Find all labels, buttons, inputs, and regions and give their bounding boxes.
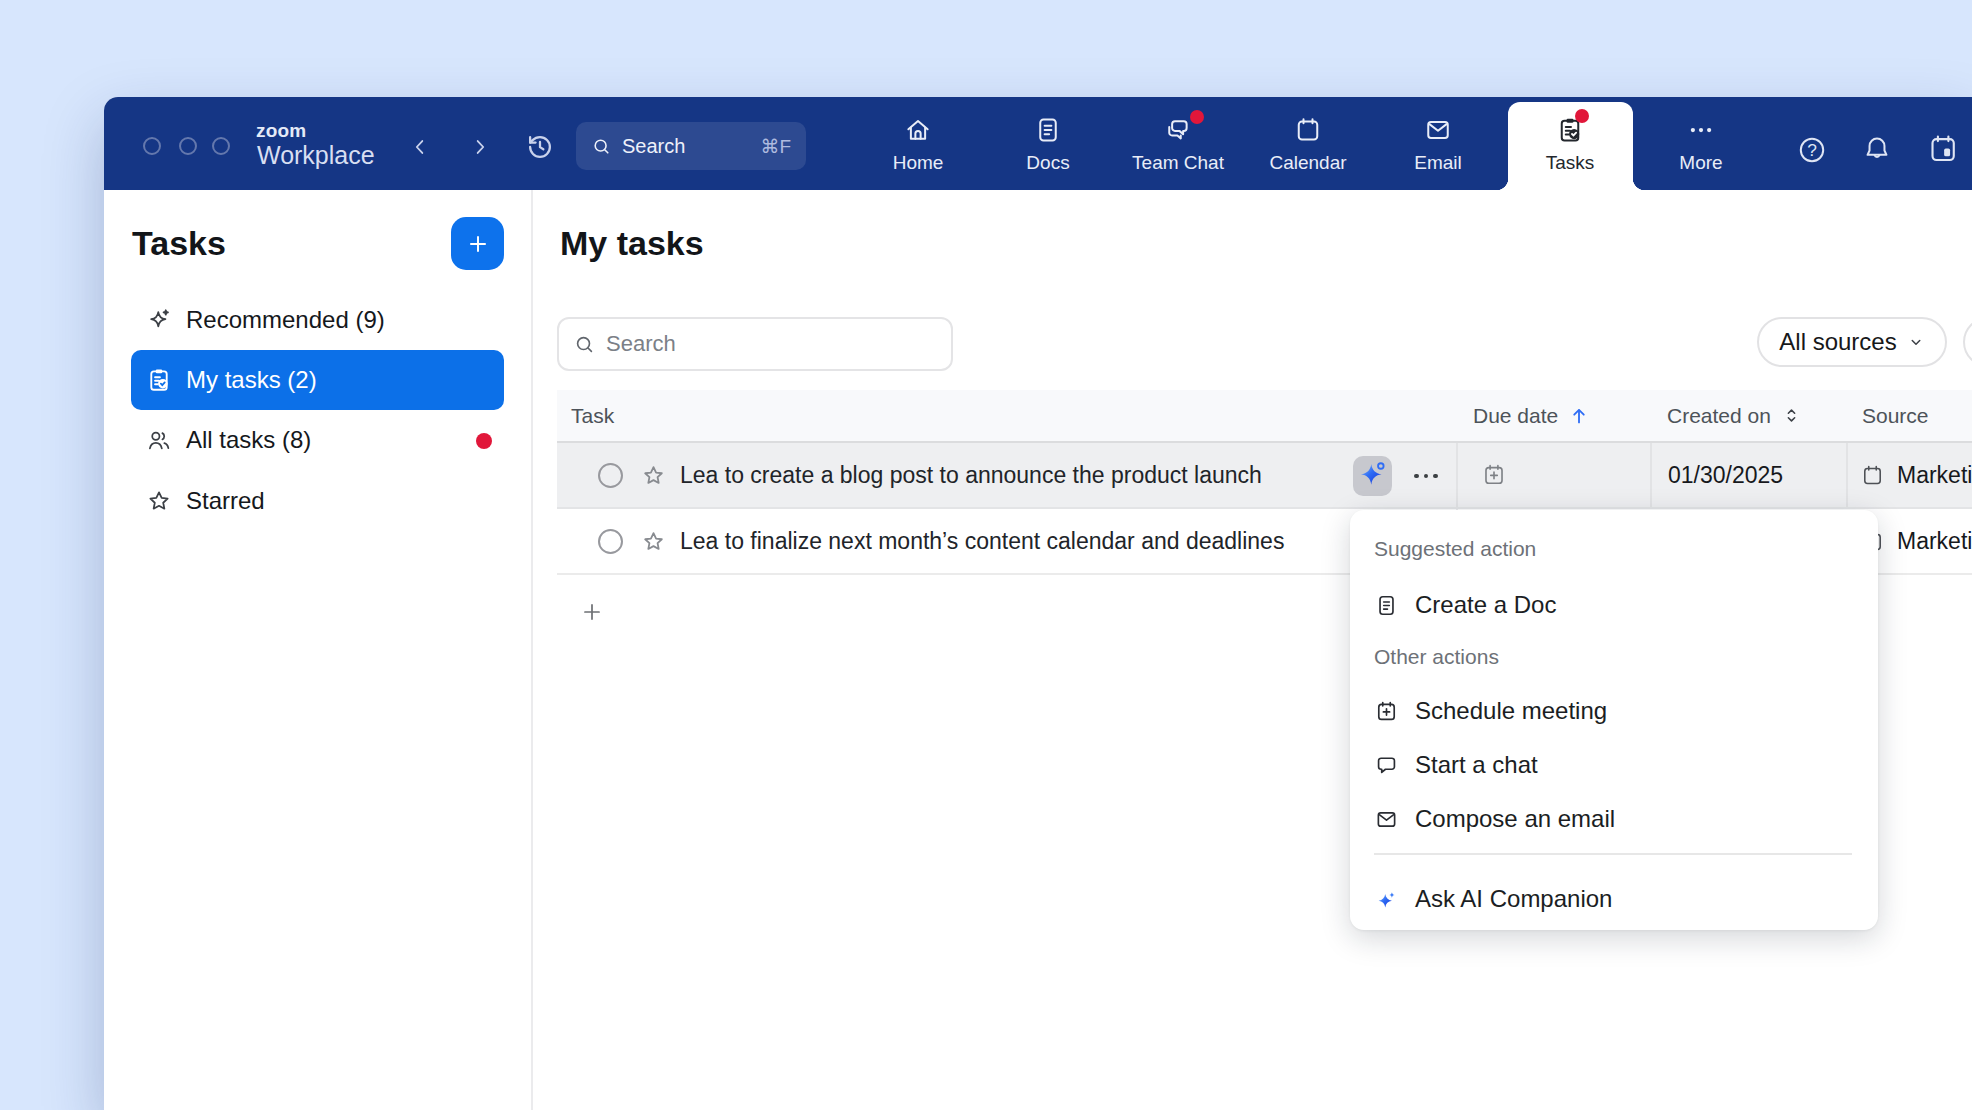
tab-more[interactable]: More (1646, 97, 1756, 190)
tab-calendar[interactable]: Calendar (1253, 97, 1363, 190)
tab-docs[interactable]: Docs (993, 97, 1103, 190)
task-checkbox[interactable] (598, 463, 623, 488)
menu-item-ask-ai-companion[interactable]: Ask AI Companion (1350, 877, 1878, 921)
plus-icon (465, 231, 491, 257)
back-button[interactable] (409, 136, 431, 158)
star-button[interactable] (640, 528, 667, 555)
sort-icon (1781, 405, 1802, 426)
sidebar-item-label: My tasks (2) (186, 366, 317, 394)
all-tasks-badge (476, 433, 492, 449)
menu-section-suggested: Suggested action (1374, 537, 1536, 561)
ai-sparkle-icon (1354, 458, 1391, 495)
global-search-placeholder: Search (622, 135, 685, 158)
tab-email[interactable]: Email (1383, 97, 1493, 190)
task-checkbox[interactable] (598, 529, 623, 554)
desktop: zoom Workplace Search ⌘F Home (0, 0, 1972, 1110)
sidebar-item-my-tasks[interactable]: My tasks (2) (131, 350, 504, 410)
column-header-created-on[interactable]: Created on (1652, 404, 1848, 428)
add-due-date-icon[interactable] (1481, 462, 1507, 488)
tab-tasks[interactable]: Tasks (1515, 97, 1625, 190)
star-icon (145, 487, 173, 515)
table-header: Task Due date Created on Source (557, 390, 1972, 443)
sidebar-item-label: Recommended (9) (186, 306, 385, 334)
team-chat-badge (1190, 110, 1204, 124)
search-icon (573, 333, 596, 356)
sidebar-item-all-tasks[interactable]: All tasks (8) (131, 416, 504, 464)
menu-section-other: Other actions (1374, 645, 1499, 669)
task-search-placeholder: Search (606, 331, 676, 357)
sort-ascending-icon (1568, 405, 1590, 427)
menu-item-start-chat[interactable]: Start a chat (1350, 743, 1878, 787)
app-window: zoom Workplace Search ⌘F Home (104, 97, 1972, 1110)
more-icon (1686, 115, 1716, 145)
menu-item-create-doc[interactable]: Create a Doc (1350, 583, 1878, 627)
ai-companion-icon (1374, 887, 1399, 912)
add-task-row-button[interactable] (579, 599, 605, 625)
search-icon (591, 136, 612, 157)
clipboard-check-icon (145, 366, 173, 394)
filter-button-partial[interactable] (1963, 317, 1972, 367)
task-title: Lea to create a blog post to announce th… (680, 462, 1262, 489)
tab-home[interactable]: Home (863, 97, 973, 190)
menu-item-compose-email[interactable]: Compose an email (1350, 797, 1878, 841)
column-header-task[interactable]: Task (557, 404, 1458, 428)
sources-filter-label: All sources (1779, 328, 1896, 356)
column-header-due-date[interactable]: Due date (1458, 404, 1652, 428)
notifications-button[interactable] (1861, 133, 1893, 165)
people-icon (145, 426, 173, 454)
doc-icon (1374, 593, 1399, 618)
sidebar-item-starred[interactable]: Starred (131, 477, 504, 525)
svg-text:?: ? (1807, 140, 1817, 160)
navbar: zoom Workplace Search ⌘F Home (104, 97, 1972, 190)
traffic-light-minimize[interactable] (179, 137, 197, 155)
calendar-plus-icon (1374, 699, 1399, 724)
sources-filter[interactable]: All sources (1757, 317, 1947, 367)
action-menu: Suggested action Create a Doc Other acti… (1350, 510, 1878, 930)
calendar-panel-button[interactable] (1926, 132, 1960, 166)
global-search-shortcut: ⌘F (760, 135, 791, 158)
sidebar-item-label: Starred (186, 487, 265, 515)
email-icon (1423, 115, 1453, 145)
page-title: My tasks (560, 226, 704, 260)
task-row[interactable]: Lea to create a blog post to announce th… (557, 443, 1972, 509)
history-icon[interactable] (524, 131, 556, 163)
chevron-down-icon (1907, 333, 1925, 351)
docs-icon (1033, 115, 1063, 145)
home-icon (903, 115, 933, 145)
chat-icon (1374, 753, 1399, 778)
source-icon (1860, 463, 1885, 488)
calendar-icon (1293, 115, 1323, 145)
sidebar-item-label: All tasks (8) (186, 426, 311, 454)
workplace-logo: Workplace (257, 141, 375, 170)
star-button[interactable] (640, 462, 667, 489)
row-menu-button[interactable] (1406, 443, 1446, 509)
forward-button[interactable] (469, 136, 491, 158)
add-task-button[interactable] (451, 217, 504, 270)
tasks-badge (1575, 109, 1589, 123)
menu-item-schedule-meeting[interactable]: Schedule meeting (1350, 689, 1878, 733)
menu-divider (1374, 853, 1852, 855)
source-label: Marketing (1897, 528, 1972, 555)
created-date: 01/30/2025 (1668, 462, 1783, 489)
traffic-light-close[interactable] (143, 137, 161, 155)
task-title: Lea to finalize next month’s content cal… (680, 528, 1284, 555)
task-search-input[interactable]: Search (557, 317, 953, 371)
ai-companion-button[interactable] (1353, 456, 1392, 496)
zoom-logo: zoom (256, 120, 306, 142)
team-chat-icon (1163, 115, 1193, 145)
traffic-light-zoom[interactable] (212, 137, 230, 155)
source-label: Marketing (1897, 462, 1972, 489)
tab-team-chat[interactable]: Team Chat (1123, 97, 1233, 190)
email-icon (1374, 807, 1399, 832)
help-button[interactable]: ? (1796, 134, 1828, 166)
sparkle-icon (145, 306, 173, 334)
column-header-source[interactable]: Source (1848, 404, 1972, 428)
sidebar-title: Tasks (132, 226, 226, 260)
sidebar-item-recommended[interactable]: Recommended (9) (131, 296, 504, 344)
global-search[interactable]: Search ⌘F (576, 122, 806, 170)
